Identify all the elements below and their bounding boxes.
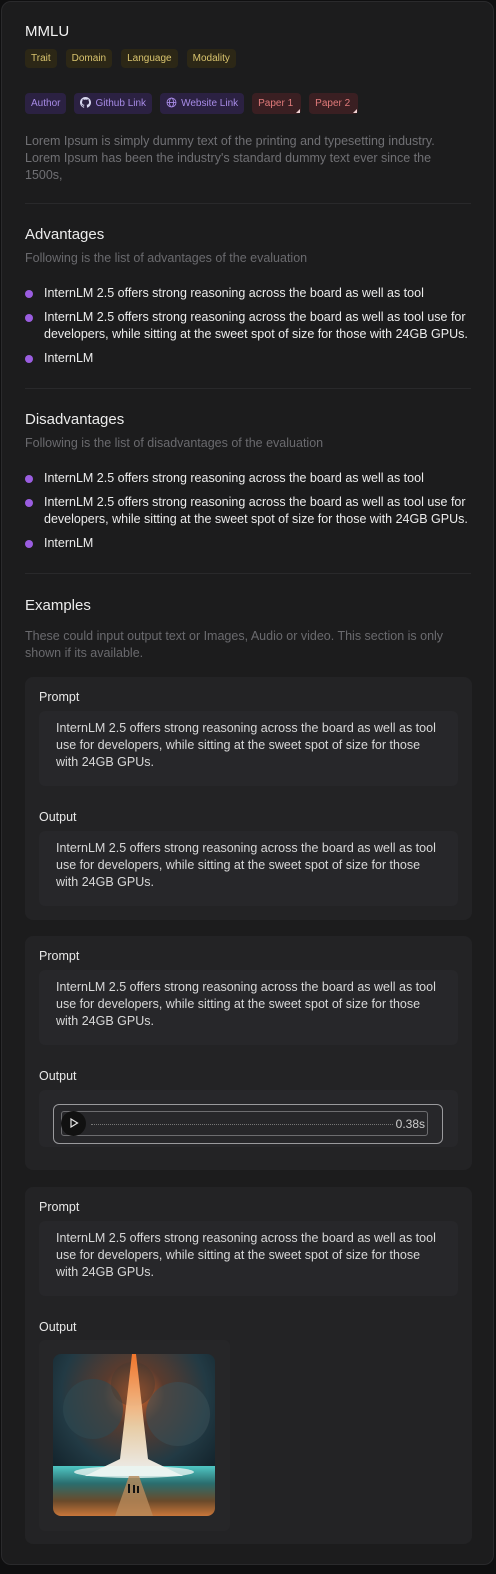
bullet-dot <box>25 475 33 483</box>
divider <box>25 388 471 389</box>
list-item: InternLM 2.5 offers strong reasoning acr… <box>25 494 475 528</box>
website-link[interactable]: Website Link <box>160 93 245 114</box>
image-output <box>39 1340 230 1531</box>
disadvantages-list: InternLM 2.5 offers strong reasoning acr… <box>25 470 475 559</box>
output-label: Output <box>39 1069 77 1083</box>
globe-icon <box>166 97 177 111</box>
list-item: InternLM 2.5 offers strong reasoning acr… <box>25 309 475 343</box>
external-corner-icon <box>353 109 358 113</box>
audio-player[interactable]: 0.38s <box>53 1104 443 1144</box>
list-item-text: InternLM <box>44 351 94 365</box>
external-corner-icon <box>296 109 301 113</box>
tag-language[interactable]: Language <box>121 49 178 68</box>
author-link-label: Author <box>31 98 61 109</box>
description: Lorem Ipsum is simply dummy text of the … <box>25 134 435 182</box>
tag-trait[interactable]: Trait <box>25 49 57 68</box>
disadvantages-title: Disadvantages <box>25 411 125 428</box>
page-title: MMLU <box>25 23 70 40</box>
list-item-text: InternLM 2.5 offers strong reasoning acr… <box>44 471 424 485</box>
list-item-text: InternLM 2.5 offers strong reasoning acr… <box>44 310 468 341</box>
list-item: InternLM 2.5 offers strong reasoning acr… <box>25 470 475 487</box>
output-text: InternLM 2.5 offers strong reasoning acr… <box>39 831 458 906</box>
list-item-text: InternLM 2.5 offers strong reasoning acr… <box>44 286 424 300</box>
disadvantages-subtitle: Following is the list of disadvantages o… <box>25 436 324 450</box>
prompt-label: Prompt <box>39 1200 80 1214</box>
prompt-text: InternLM 2.5 offers strong reasoning acr… <box>39 1221 458 1296</box>
play-button[interactable] <box>61 1111 86 1136</box>
prompt-label: Prompt <box>39 949 80 963</box>
list-item-text: InternLM 2.5 offers strong reasoning acr… <box>44 495 468 526</box>
list-item: InternLM <box>25 350 475 367</box>
play-icon <box>69 1115 79 1133</box>
bullet-dot <box>25 290 33 298</box>
link-list: Author Github Link Website Link Paper 1 … <box>25 93 359 114</box>
example-card-text: Prompt InternLM 2.5 offers strong reason… <box>25 677 472 920</box>
output-label: Output <box>39 810 77 824</box>
bullet-dot <box>25 499 33 507</box>
prompt-label: Prompt <box>39 690 80 704</box>
audio-output: 0.38s <box>39 1090 458 1147</box>
examples-subtitle: These could input output text or Images,… <box>25 629 444 660</box>
prompt-text: InternLM 2.5 offers strong reasoning acr… <box>39 711 458 786</box>
advantages-subtitle: Following is the list of advantages of t… <box>25 251 308 265</box>
example-card-audio: Prompt InternLM 2.5 offers strong reason… <box>25 936 472 1170</box>
bullet-dot <box>25 355 33 363</box>
list-item: InternLM 2.5 offers strong reasoning acr… <box>25 285 475 302</box>
output-label: Output <box>39 1320 77 1334</box>
paper-1-link[interactable]: Paper 1 <box>252 93 302 114</box>
tag-list: Trait Domain Language Modality <box>25 49 236 68</box>
bullet-dot <box>25 314 33 322</box>
author-link[interactable]: Author <box>25 93 67 114</box>
divider <box>25 203 471 204</box>
advantages-list: InternLM 2.5 offers strong reasoning acr… <box>25 285 475 374</box>
example-card-image: Prompt InternLM 2.5 offers strong reason… <box>25 1187 472 1544</box>
list-item-text: InternLM <box>44 536 94 550</box>
bullet-dot <box>25 540 33 548</box>
website-link-label: Website Link <box>181 98 239 109</box>
github-icon <box>80 96 92 111</box>
evaluation-panel: MMLU Trait Domain Language Modality Auth… <box>1 1 494 1565</box>
paper-1-label: Paper 1 <box>258 98 294 109</box>
paper-2-link[interactable]: Paper 2 <box>309 93 359 114</box>
github-link[interactable]: Github Link <box>74 93 153 114</box>
output-image[interactable] <box>53 1354 215 1516</box>
audio-progress-track[interactable] <box>91 1124 393 1125</box>
advantages-title: Advantages <box>25 226 105 243</box>
github-link-label: Github Link <box>95 98 147 109</box>
audio-time: 0.38s <box>395 1117 425 1131</box>
tag-domain[interactable]: Domain <box>65 49 113 68</box>
audio-bar: 0.38s <box>61 1111 428 1136</box>
list-item: InternLM <box>25 535 475 552</box>
tag-modality[interactable]: Modality <box>186 49 236 68</box>
examples-title: Examples <box>25 597 91 614</box>
paper-2-label: Paper 2 <box>315 98 351 109</box>
divider <box>25 573 471 574</box>
prompt-text: InternLM 2.5 offers strong reasoning acr… <box>39 970 458 1045</box>
